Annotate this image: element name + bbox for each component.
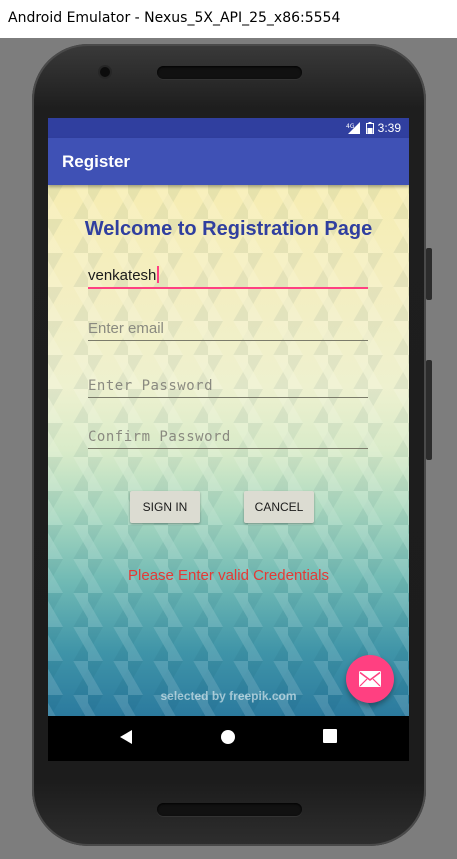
recents-icon[interactable] — [323, 729, 337, 743]
top-speaker-grille — [157, 66, 302, 79]
name-field[interactable]: venkatesh — [88, 263, 368, 289]
email-icon — [359, 671, 381, 687]
name-field-value: venkatesh — [88, 267, 157, 284]
password-field[interactable]: Enter Password — [88, 373, 368, 398]
signal-icon: 4G — [346, 122, 360, 134]
bottom-speaker-grille — [157, 803, 302, 816]
status-bar: 4G 3:39 — [48, 118, 409, 138]
sign-in-button[interactable]: SIGN IN — [130, 491, 200, 523]
front-camera — [100, 67, 110, 77]
error-message: Please Enter valid Credentials — [128, 567, 329, 584]
emulator-title-bar: Android Emulator - Nexus_5X_API_25_x86:5… — [0, 0, 457, 38]
window-title: Android Emulator - Nexus_5X_API_25_x86:5… — [8, 10, 341, 26]
cancel-button[interactable]: CANCEL — [244, 491, 314, 523]
app-bar: Register — [48, 138, 409, 185]
page-heading: Welcome to Registration Page — [84, 218, 373, 240]
status-time: 3:39 — [377, 121, 401, 135]
email-fab-button[interactable] — [346, 655, 394, 703]
power-button[interactable] — [426, 248, 432, 300]
email-placeholder: Enter email — [88, 320, 164, 337]
home-icon[interactable] — [220, 729, 236, 745]
confirm-password-field[interactable]: Confirm Password — [88, 424, 368, 449]
text-cursor — [157, 266, 159, 283]
device-screen: 4G 3:39 Register Welcome to Registration… — [48, 118, 409, 761]
password-placeholder: Enter Password — [88, 378, 214, 394]
battery-icon — [365, 122, 374, 134]
back-icon[interactable] — [119, 729, 133, 745]
volume-button[interactable] — [426, 360, 432, 460]
network-type-label: 4G — [346, 123, 355, 130]
app-title: Register — [62, 152, 131, 171]
email-field[interactable]: Enter email — [88, 316, 368, 341]
confirm-password-placeholder: Confirm Password — [88, 429, 231, 445]
registration-content: Welcome to Registration Page venkatesh E… — [48, 185, 409, 716]
navigation-bar — [48, 716, 409, 761]
